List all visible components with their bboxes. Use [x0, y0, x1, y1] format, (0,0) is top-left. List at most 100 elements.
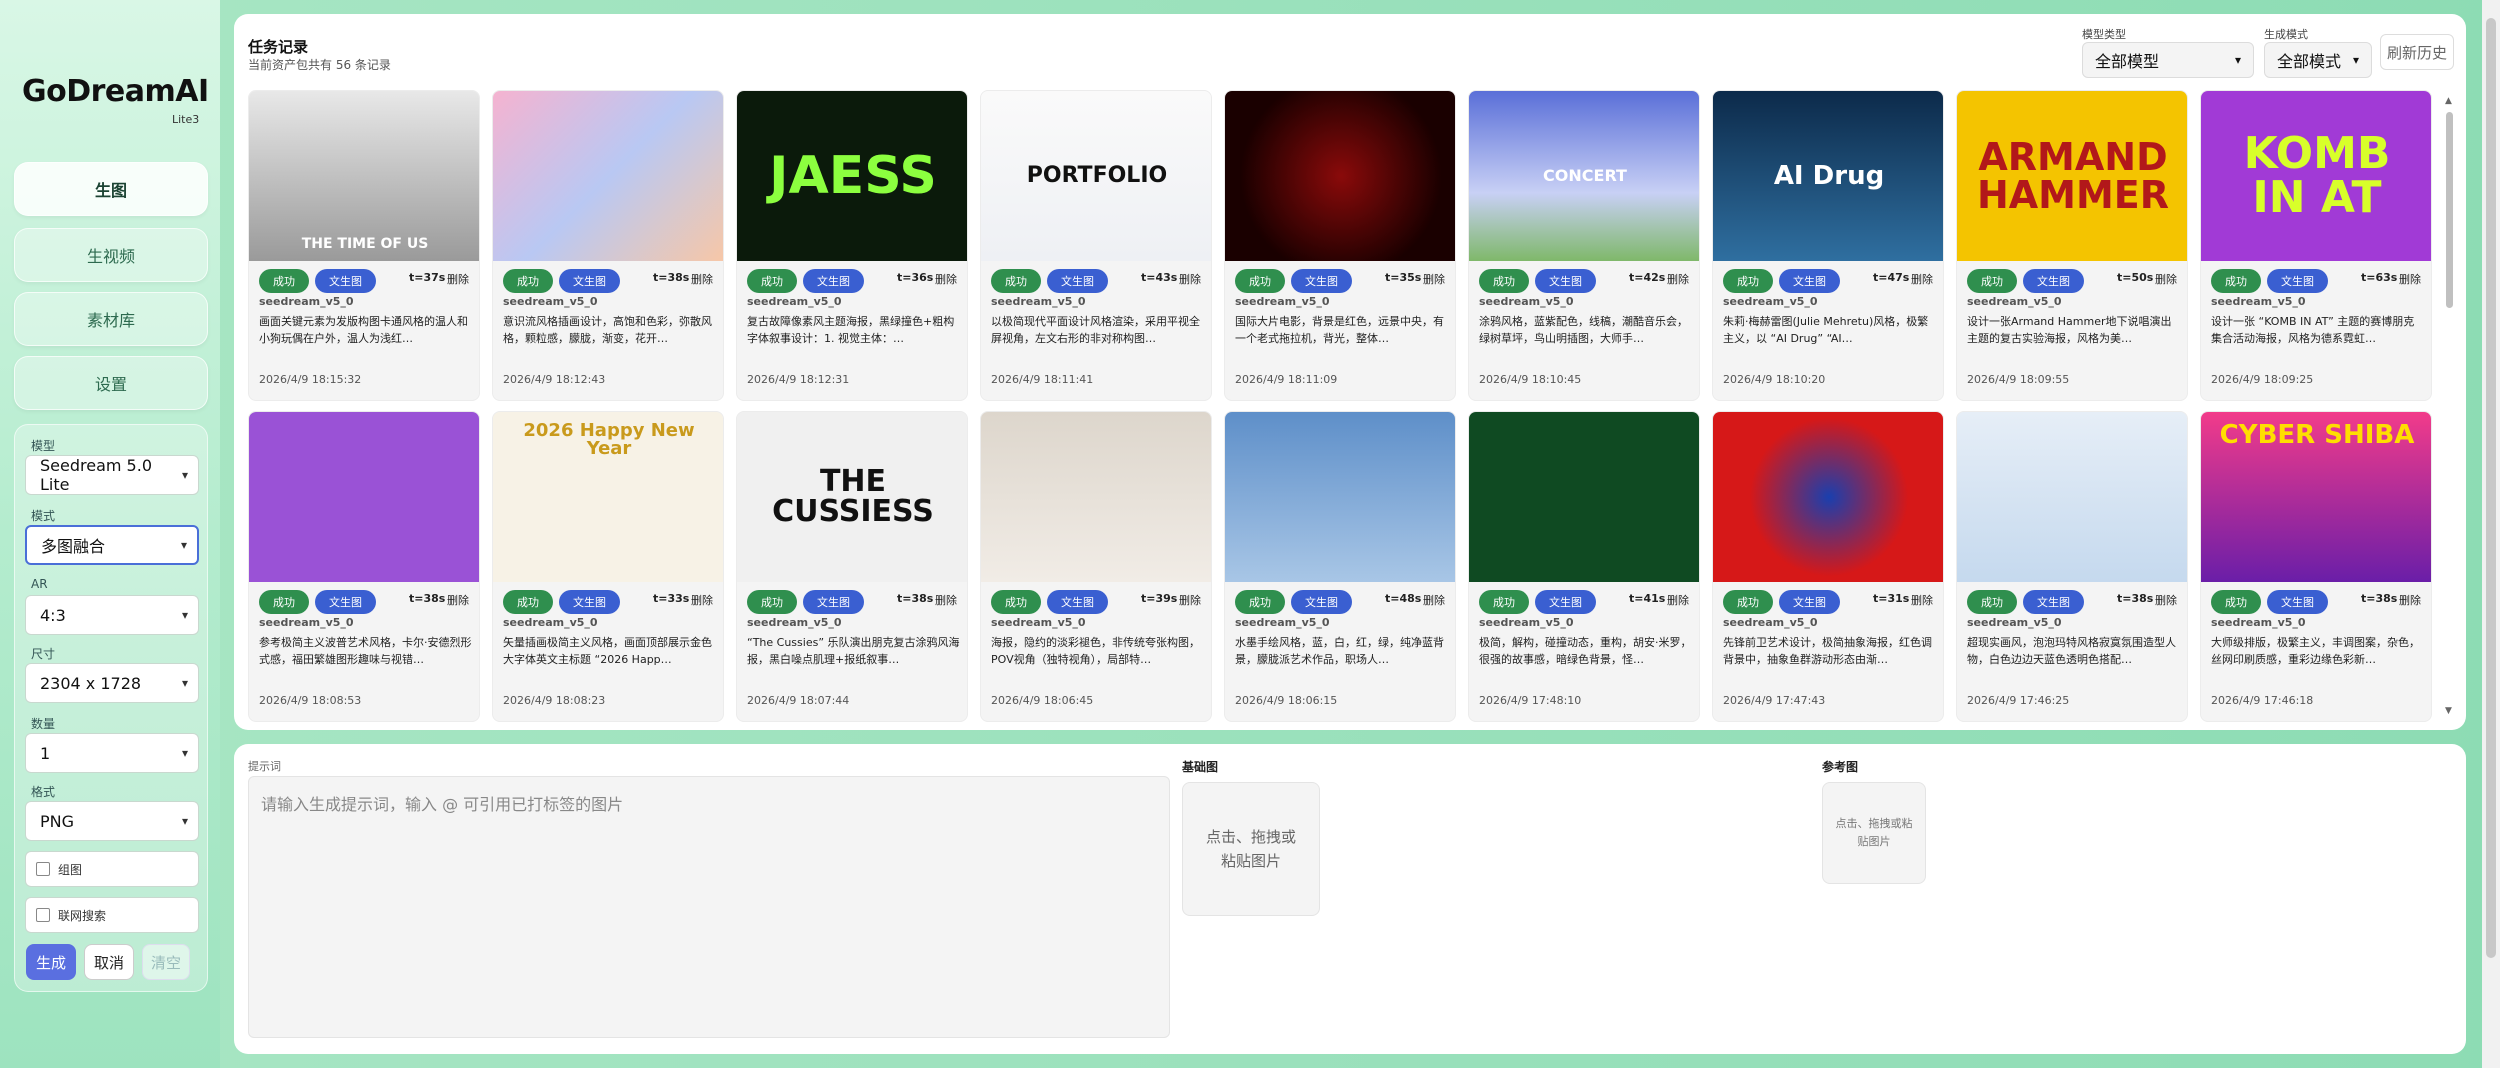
task-card[interactable]: THE TIME OF US 成功 文生图 t=37s 删除 seedream_… [248, 90, 480, 401]
delete-button[interactable]: 删除 [447, 592, 469, 608]
task-thumbnail[interactable]: THE CUSSIESS [737, 412, 967, 582]
size-select[interactable]: 2304 x 1728 ▾ [25, 663, 199, 703]
task-card[interactable]: 2026 Happy New Year 成功 文生图 t=33s 删除 seed… [492, 411, 724, 722]
delete-button[interactable]: 删除 [691, 271, 713, 287]
created-date: 2026/4/9 18:11:41 [991, 373, 1094, 386]
delete-button[interactable]: 删除 [2399, 271, 2421, 287]
gen-mode-select[interactable]: 全部模式 ▾ [2264, 42, 2372, 78]
model-type-select[interactable]: 全部模型 ▾ [2082, 42, 2254, 78]
delete-button[interactable]: 删除 [1911, 592, 1933, 608]
delete-button[interactable]: 删除 [1423, 592, 1445, 608]
task-card[interactable]: 成功 文生图 t=35s 删除 seedream_v5_0 国际大片电影，背景是… [1224, 90, 1456, 401]
scroll-up-icon[interactable]: ▲ [2445, 96, 2452, 106]
page-scrollbar-thumb[interactable] [2486, 18, 2496, 958]
created-date: 2026/4/9 18:09:25 [2211, 373, 2314, 386]
delete-button[interactable]: 删除 [2399, 592, 2421, 608]
task-card[interactable]: CYBER SHIBA 成功 文生图 t=38s 删除 seedream_v5_… [2200, 411, 2432, 722]
cancel-button[interactable]: 取消 [84, 944, 134, 980]
nav-settings[interactable]: 设置 [14, 356, 208, 410]
grid-scrollbar[interactable]: ▲ ▼ [2444, 96, 2454, 716]
task-thumbnail[interactable] [1469, 412, 1699, 582]
model-select[interactable]: Seedream 5.0 Lite ▾ [25, 455, 199, 495]
thumbnail-title: THE TIME OF US [301, 236, 429, 252]
size-value: 2304 x 1728 [40, 673, 142, 693]
task-card[interactable]: CONCERT 成功 文生图 t=42s 删除 seedream_v5_0 涂鸦… [1468, 90, 1700, 401]
created-date: 2026/4/9 17:46:25 [1967, 694, 2070, 707]
delete-button[interactable]: 删除 [1179, 271, 1201, 287]
type-badge: 文生图 [2267, 269, 2328, 293]
count-select[interactable]: 1 ▾ [25, 733, 199, 773]
mode-select[interactable]: 多图融合 ▾ [25, 525, 199, 565]
task-card[interactable]: AI Drug 成功 文生图 t=47s 删除 seedream_v5_0 朱莉… [1712, 90, 1944, 401]
reference-image-dropzone[interactable]: 点击、拖拽或粘贴图片 [1822, 782, 1926, 884]
task-thumbnail[interactable]: ARMAND HAMMER [1957, 91, 2187, 261]
task-card[interactable]: 成功 文生图 t=48s 删除 seedream_v5_0 水墨手绘风格，蓝，白… [1224, 411, 1456, 722]
task-thumbnail[interactable]: 2026 Happy New Year [493, 412, 723, 582]
task-thumbnail[interactable] [981, 412, 1211, 582]
delete-button[interactable]: 删除 [1667, 271, 1689, 287]
status-badge: 成功 [747, 590, 797, 614]
clear-button[interactable]: 清空 [142, 944, 190, 980]
refresh-history-button[interactable]: 刷新历史 [2380, 34, 2454, 70]
task-thumbnail[interactable] [1225, 91, 1455, 261]
delete-button[interactable]: 删除 [1667, 592, 1689, 608]
task-thumbnail[interactable]: CONCERT [1469, 91, 1699, 261]
scrollbar-thumb[interactable] [2446, 112, 2453, 308]
count-label: 数量 [31, 717, 56, 731]
task-card[interactable]: 成功 文生图 t=38s 删除 seedream_v5_0 超现实画风，泡泡玛特… [1956, 411, 2188, 722]
type-badge: 文生图 [1535, 590, 1596, 614]
task-card[interactable]: 成功 文生图 t=38s 删除 seedream_v5_0 参考极简主义波普艺术… [248, 411, 480, 722]
prompt-description: 超现实画风，泡泡玛特风格寂寞氛围造型人物，白色边边天蓝色透明色搭配… [1967, 636, 2176, 666]
delete-button[interactable]: 删除 [935, 271, 957, 287]
task-card[interactable]: 成功 文生图 t=39s 删除 seedream_v5_0 海报，隐约的淡彩褪色… [980, 411, 1212, 722]
delete-button[interactable]: 删除 [447, 271, 469, 287]
task-thumbnail[interactable]: JAESS [737, 91, 967, 261]
web-search-checkbox[interactable]: 联网搜索 [25, 897, 199, 933]
task-thumbnail[interactable]: PORTFOLIO [981, 91, 1211, 261]
delete-button[interactable]: 删除 [2155, 592, 2177, 608]
task-thumbnail[interactable]: AI Drug [1713, 91, 1943, 261]
task-card[interactable]: KOMB IN AT 成功 文生图 t=63s 删除 seedream_v5_0… [2200, 90, 2432, 401]
delete-button[interactable]: 删除 [1179, 592, 1201, 608]
delete-button[interactable]: 删除 [1911, 271, 1933, 287]
delete-button[interactable]: 删除 [2155, 271, 2177, 287]
task-thumbnail[interactable] [249, 412, 479, 582]
nav-generate-video[interactable]: 生视频 [14, 228, 208, 282]
created-date: 2026/4/9 18:11:09 [1235, 373, 1338, 386]
task-card[interactable]: JAESS 成功 文生图 t=36s 删除 seedream_v5_0 复古故障… [736, 90, 968, 401]
task-thumbnail[interactable]: CYBER SHIBA [2201, 412, 2431, 582]
task-card[interactable]: 成功 文生图 t=38s 删除 seedream_v5_0 意识流风格插画设计，… [492, 90, 724, 401]
page-scrollbar[interactable] [2482, 0, 2500, 1068]
delete-button[interactable]: 删除 [1423, 271, 1445, 287]
status-badge: 成功 [991, 269, 1041, 293]
scroll-down-icon[interactable]: ▼ [2445, 706, 2452, 716]
task-card[interactable]: ARMAND HAMMER 成功 文生图 t=50s 删除 seedream_v… [1956, 90, 2188, 401]
task-thumbnail[interactable] [493, 91, 723, 261]
task-thumbnail[interactable] [1957, 412, 2187, 582]
base-image-dropzone[interactable]: 点击、拖拽或粘贴图片 [1182, 782, 1320, 916]
model-name: seedream_v5_0 [2211, 295, 2306, 308]
generate-button[interactable]: 生成 [26, 944, 76, 980]
thumbnail-title: KOMB IN AT [2243, 128, 2391, 223]
prompt-description: 朱莉·梅赫雷图(Julie Mehretu)风格，极繁主义，以 “AI Drug… [1723, 315, 1929, 345]
nav-asset-library[interactable]: 素材库 [14, 292, 208, 346]
base-image-label: 基础图 [1182, 760, 1219, 774]
task-thumbnail[interactable] [1225, 412, 1455, 582]
task-card[interactable]: PORTFOLIO 成功 文生图 t=43s 删除 seedream_v5_0 … [980, 90, 1212, 401]
type-badge: 文生图 [559, 269, 620, 293]
task-card[interactable]: 成功 文生图 t=41s 删除 seedream_v5_0 极简，解构，碰撞动态… [1468, 411, 1700, 722]
nav-generate-image[interactable]: 生图 [14, 162, 208, 216]
task-thumbnail[interactable] [1713, 412, 1943, 582]
group-image-checkbox[interactable]: 组图 [25, 851, 199, 887]
format-select[interactable]: PNG ▾ [25, 801, 199, 841]
delete-button[interactable]: 删除 [935, 592, 957, 608]
task-card[interactable]: THE CUSSIESS 成功 文生图 t=38s 删除 seedream_v5… [736, 411, 968, 722]
model-name: seedream_v5_0 [1235, 295, 1330, 308]
task-card[interactable]: 成功 文生图 t=31s 删除 seedream_v5_0 先锋前卫艺术设计，极… [1712, 411, 1944, 722]
task-thumbnail[interactable]: THE TIME OF US [249, 91, 479, 261]
task-thumbnail[interactable]: KOMB IN AT [2201, 91, 2431, 261]
ar-select[interactable]: 4:3 ▾ [25, 595, 199, 635]
delete-button[interactable]: 删除 [691, 592, 713, 608]
prompt-input[interactable]: 请输入生成提示词，输入 @ 可引用已打标签的图片 [248, 776, 1170, 1038]
thumbnail-title: CONCERT [1543, 166, 1627, 185]
